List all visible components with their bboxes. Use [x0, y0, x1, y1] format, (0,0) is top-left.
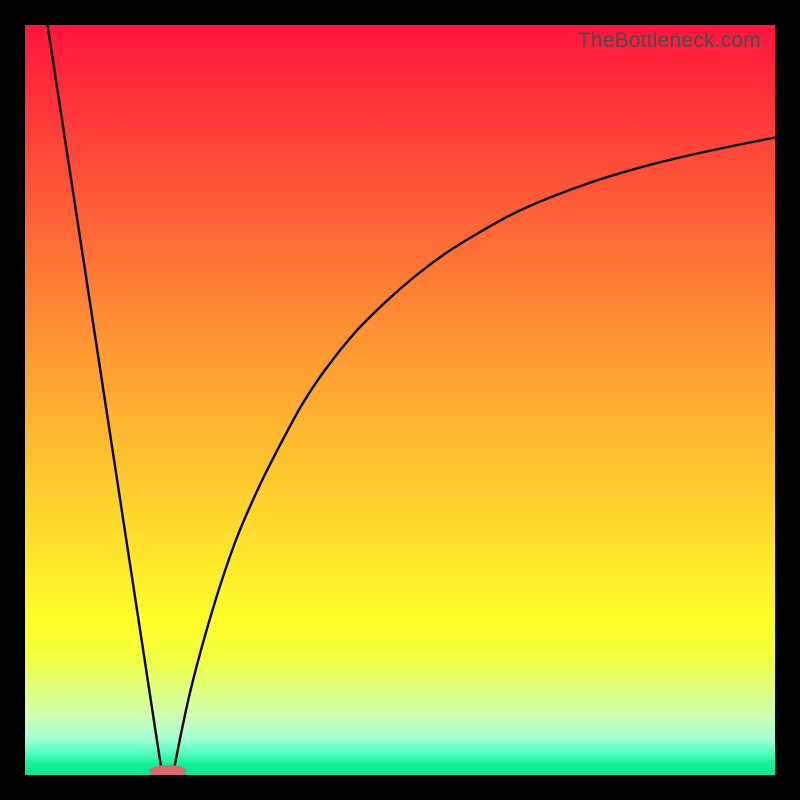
plot-area: TheBottleneck.com [25, 25, 775, 775]
bottleneck-curve [25, 25, 775, 775]
optimum-marker [149, 765, 187, 775]
left-branch [48, 25, 163, 775]
right-branch [173, 138, 775, 776]
chart-frame: TheBottleneck.com [0, 0, 800, 800]
watermark-text: TheBottleneck.com [578, 29, 761, 53]
